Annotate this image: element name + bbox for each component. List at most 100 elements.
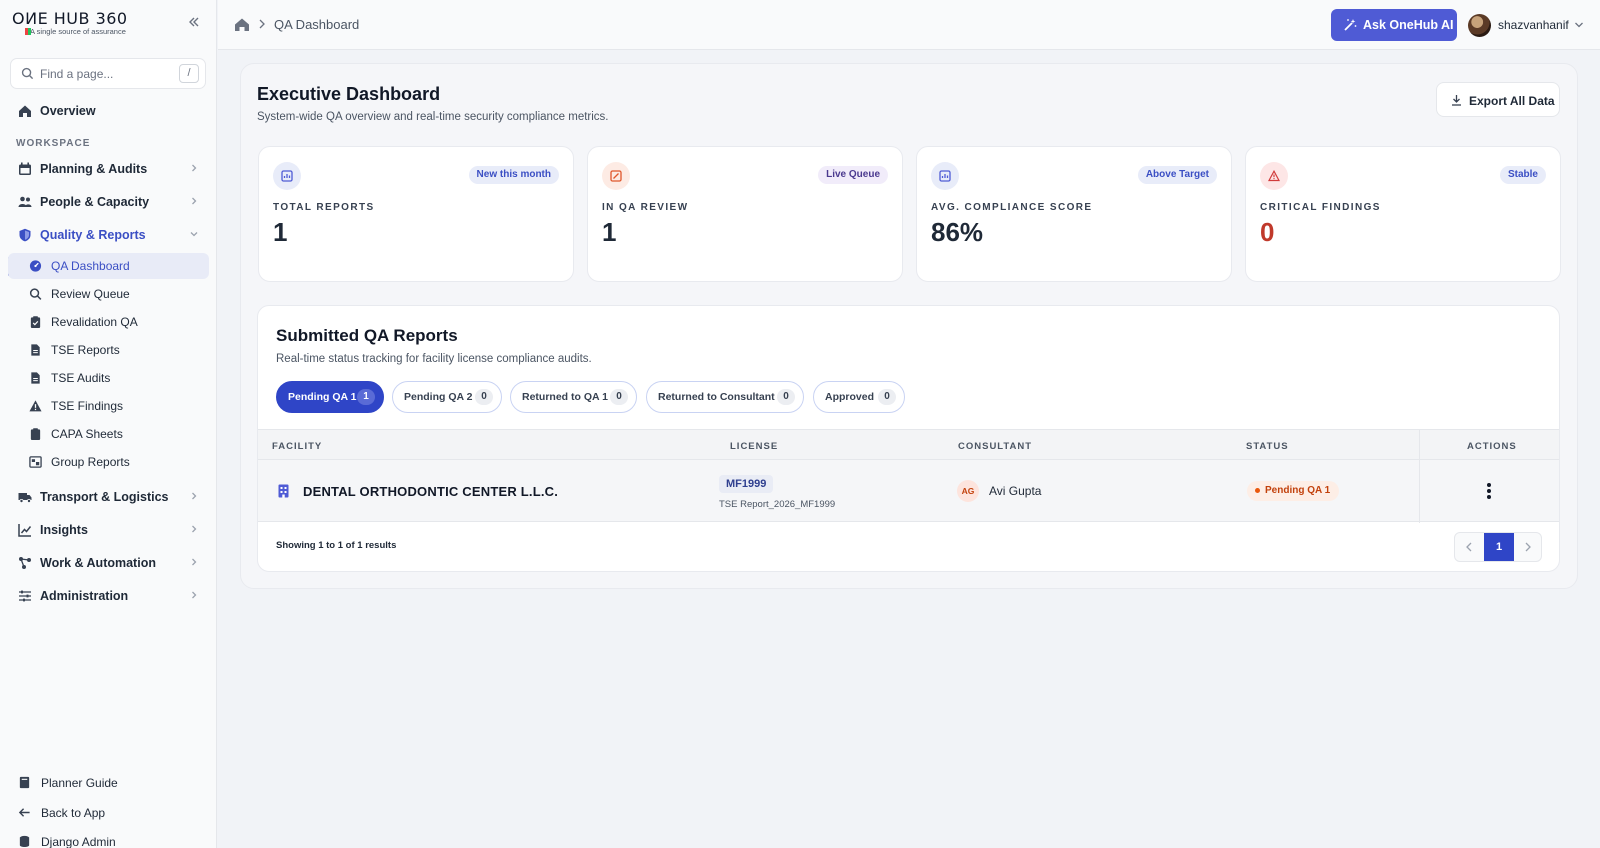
section-subtitle: Real-time status tracking for facility l… xyxy=(276,353,592,365)
sidebar-item-transport[interactable]: Transport & Logistics xyxy=(8,484,209,510)
sidebar-item-capa-sheets[interactable]: CAPA Sheets xyxy=(8,421,209,447)
stat-badge: Live Queue xyxy=(818,166,888,184)
ask-ai-label: Ask OneHub AI xyxy=(1363,18,1454,32)
sidebar-item-label: People & Capacity xyxy=(40,195,150,209)
user-name[interactable]: shazvanhanif xyxy=(1498,18,1569,32)
tab-count: 0 xyxy=(610,389,628,405)
document-icon xyxy=(31,344,40,356)
stat-card-total-reports: New this month TOTAL REPORTS 1 xyxy=(258,146,574,282)
ask-ai-button[interactable]: Ask OneHub AI xyxy=(1331,9,1457,41)
stat-badge: Stable xyxy=(1499,166,1546,184)
tab-label: Pending QA 1 xyxy=(288,391,357,403)
home-icon xyxy=(19,105,31,117)
brand-name: OИE HUB 360 xyxy=(12,9,128,28)
sidebar-item-label: TSE Audits xyxy=(51,371,111,385)
pagination-summary: Showing 1 to 1 of 1 results xyxy=(276,540,397,551)
sidebar: OИE HUB 360 A single source of assurance… xyxy=(0,0,217,848)
sidebar-footer-django-admin[interactable]: Django Admin xyxy=(8,830,209,848)
tab-pending-qa-2[interactable]: Pending QA 2 0 xyxy=(392,381,502,413)
collapse-sidebar-icon[interactable] xyxy=(186,15,202,31)
sidebar-item-label: Administration xyxy=(40,589,129,603)
current-page-button[interactable]: 1 xyxy=(1484,533,1514,561)
chevron-left-icon xyxy=(1466,542,1472,552)
previous-page-button[interactable] xyxy=(1455,533,1484,561)
search-input[interactable]: Find a page... xyxy=(40,67,113,81)
consultant-avatar: AG xyxy=(957,480,979,502)
alert-icon xyxy=(1260,162,1288,190)
status-badge: Pending QA 1 xyxy=(1247,481,1340,501)
sidebar-item-label: Group Reports xyxy=(51,455,130,469)
table-row[interactable]: DENTAL ORTHODONTIC CENTER L.L.C. MF1999 … xyxy=(258,460,1559,522)
shield-icon xyxy=(19,228,31,242)
sidebar-footer-label: Django Admin xyxy=(41,835,116,848)
sidebar-footer-label: Planner Guide xyxy=(41,776,118,790)
user-avatar[interactable] xyxy=(1468,14,1491,37)
magic-wand-icon xyxy=(1344,19,1357,31)
tab-approved[interactable]: Approved 0 xyxy=(813,381,905,413)
license-code: MF1999 xyxy=(719,475,774,493)
stat-label: TOTAL REPORTS xyxy=(273,202,375,213)
more-actions-icon[interactable] xyxy=(1486,482,1492,500)
report-name: TSE Report_2026_MF1999 xyxy=(719,499,836,510)
truck-icon xyxy=(18,493,32,503)
stat-label: IN QA REVIEW xyxy=(602,202,689,213)
sidebar-item-review-queue[interactable]: Review Queue xyxy=(8,281,209,307)
sidebar-item-tse-reports[interactable]: TSE Reports xyxy=(8,337,209,363)
sidebar-item-administration[interactable]: Administration xyxy=(8,583,209,609)
section-title: Submitted QA Reports xyxy=(276,326,458,345)
sidebar-item-work-automation[interactable]: Work & Automation xyxy=(8,550,209,576)
chevron-down-icon xyxy=(190,232,198,237)
sidebar-item-revalidation-qa[interactable]: Revalidation QA xyxy=(8,309,209,335)
next-page-button[interactable] xyxy=(1514,533,1541,561)
group-report-icon xyxy=(29,456,42,468)
chevron-right-icon xyxy=(192,164,197,172)
tab-returned-to-qa-1[interactable]: Returned to QA 1 0 xyxy=(510,381,637,413)
download-icon xyxy=(1452,95,1461,106)
people-icon xyxy=(18,196,32,207)
search-icon xyxy=(29,288,42,300)
brand-logo[interactable]: OИE HUB 360 A single source of assurance xyxy=(12,11,192,39)
dashboard-icon xyxy=(29,260,42,272)
chevron-right-icon xyxy=(192,558,197,566)
tab-count: 1 xyxy=(357,389,375,405)
sidebar-item-quality[interactable]: Quality & Reports xyxy=(8,222,209,248)
sidebar-item-label: Work & Automation xyxy=(40,556,156,570)
tab-count: 0 xyxy=(878,389,896,405)
submitted-reports-card: Submitted QA Reports Real-time status tr… xyxy=(257,305,1560,572)
sidebar-footer-planner-guide[interactable]: Planner Guide xyxy=(8,771,209,795)
brand-tagline: A single source of assurance xyxy=(30,27,126,36)
warning-icon xyxy=(29,400,42,412)
home-icon[interactable] xyxy=(234,17,250,32)
tab-pending-qa-1[interactable]: Pending QA 1 1 xyxy=(276,381,384,413)
page-search[interactable]: Find a page... / xyxy=(10,58,206,89)
export-all-button[interactable]: Export All Data xyxy=(1436,82,1560,117)
sidebar-item-label: Planning & Audits xyxy=(40,162,148,176)
tab-count: 0 xyxy=(475,389,493,405)
review-icon xyxy=(602,162,630,190)
sidebar-item-overview[interactable]: Overview xyxy=(8,98,209,124)
stat-value: 0 xyxy=(1260,217,1275,247)
report-icon xyxy=(273,162,301,190)
column-header-consultant: CONSULTANT xyxy=(958,441,1033,452)
sidebar-footer-back-to-app[interactable]: Back to App xyxy=(8,801,209,825)
chevron-down-icon[interactable] xyxy=(1574,21,1584,29)
tab-label: Returned to QA 1 xyxy=(522,391,608,403)
sidebar-item-tse-audits[interactable]: TSE Audits xyxy=(8,365,209,391)
facility-name[interactable]: DENTAL ORTHODONTIC CENTER L.L.C. xyxy=(303,484,558,499)
status-text: Pending QA 1 xyxy=(1265,485,1331,496)
sidebar-item-people[interactable]: People & Capacity xyxy=(8,189,209,215)
chevron-right-icon xyxy=(192,492,197,500)
sidebar-footer-label: Back to App xyxy=(41,806,106,820)
tab-label: Approved xyxy=(825,391,875,403)
sidebar-item-tse-findings[interactable]: TSE Findings xyxy=(8,393,209,419)
stat-card-in-qa-review: Live Queue IN QA REVIEW 1 xyxy=(587,146,903,282)
sidebar-item-insights[interactable]: Insights xyxy=(8,517,209,543)
page-title: Executive Dashboard xyxy=(257,84,441,104)
sidebar-item-qa-dashboard[interactable]: QA Dashboard xyxy=(8,253,209,279)
sidebar-item-planning[interactable]: Planning & Audits xyxy=(8,156,209,182)
stat-value: 86% xyxy=(931,217,984,247)
tab-returned-to-consultant[interactable]: Returned to Consultant 0 xyxy=(646,381,804,413)
sidebar-item-group-reports[interactable]: Group Reports xyxy=(8,449,209,475)
clipboard-check-icon xyxy=(30,316,41,329)
actions-column-divider xyxy=(1419,429,1420,523)
